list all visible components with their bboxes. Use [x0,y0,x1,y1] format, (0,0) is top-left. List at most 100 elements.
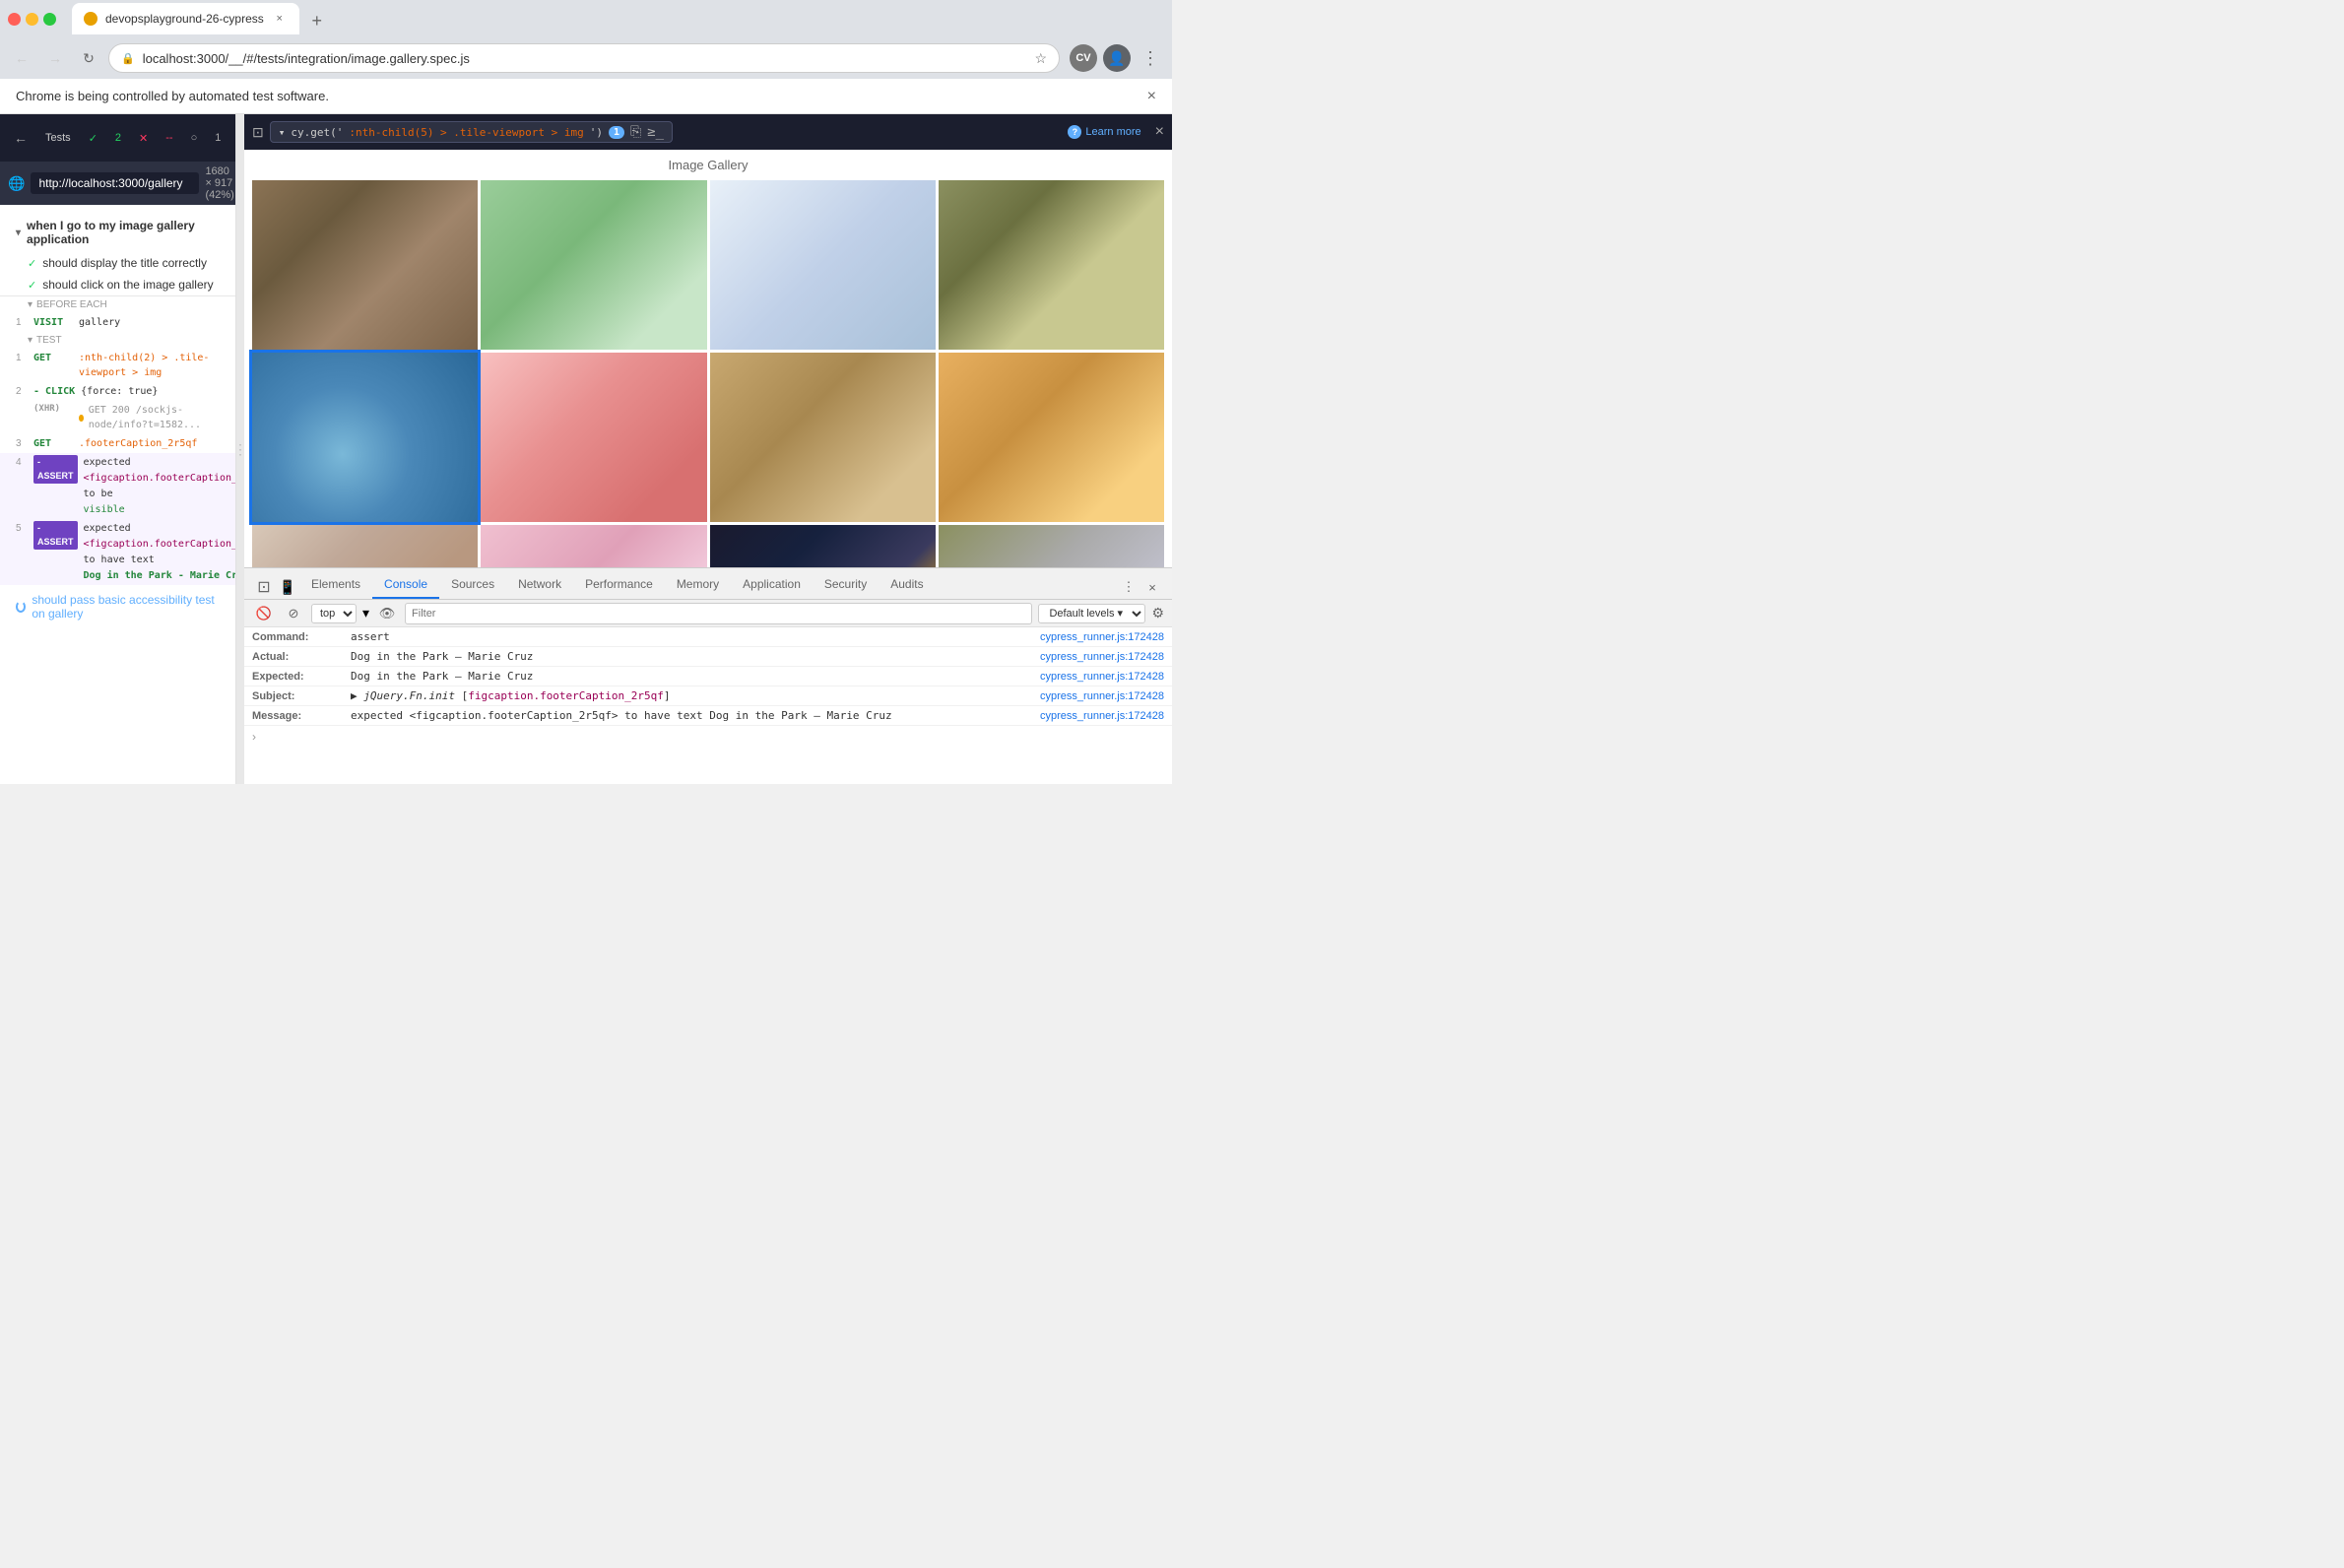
label-message: Message: [252,710,351,722]
banner-close-button[interactable]: × [1147,88,1156,105]
test-item-1[interactable]: ✓ should display the title correctly [0,252,235,274]
tab-performance[interactable]: Performance [573,571,665,599]
window-controls [8,13,56,26]
learn-more-text: Learn more [1085,126,1140,138]
maximize-button[interactable] [43,13,56,26]
cy-selector: :nth-child(5) > .tile-viewport > img [349,126,583,139]
menu-button[interactable]: ⋮ [1137,44,1164,72]
cmd-click[interactable]: 2 - CLICK {force: true} [0,382,235,401]
gallery-img-4 [939,180,1164,350]
panel-divider[interactable] [236,114,244,784]
pending-count: 1 [209,128,227,148]
source-actual[interactable]: cypress_runner.js:172428 [967,651,1164,663]
help-icon: ? [1068,125,1081,139]
tab-elements[interactable]: Elements [299,571,372,599]
lock-icon: 🔒 [121,52,135,65]
close-button[interactable] [8,13,21,26]
devtools-more-button[interactable]: ⋮ [1117,575,1140,599]
prompt-symbol: › [252,730,256,744]
value-subject: ▶ jQuery.Fn.init [figcaption.footerCapti… [351,689,967,702]
cmd-visit-verb: VISIT [33,315,73,330]
cypress-panel: ← Tests ✓ 2 ✕ -- ○ 1 01.10 ↑ ↻ 🌐 1680 × … [0,114,236,784]
cypress-url-input[interactable] [31,172,199,194]
minimize-button[interactable] [26,13,38,26]
cmd-xhr-content: GET 200 /sockjs-node/info?t=1582... [79,403,228,432]
devtools-close-button[interactable]: × [1140,575,1164,599]
assert5-line3: to have text [84,553,236,567]
selector-count-badge: 1 [609,126,624,139]
suite-arrow-icon: ▾ [16,228,21,238]
test-suite-header[interactable]: ▾ when I go to my image gallery applicat… [0,213,235,252]
tab-close-button[interactable]: × [272,11,288,27]
source-expected[interactable]: cypress_runner.js:172428 [967,671,1164,683]
bookmark-icon[interactable]: ☆ [1034,50,1047,67]
clear-console-button[interactable]: 🚫 [252,602,276,625]
gallery-img-7 [710,353,936,522]
copy-button[interactable]: ⎘ [630,124,641,140]
tests-back-button[interactable]: ← [8,126,33,150]
eye-button[interactable]: 👁 [375,602,399,625]
tab-audits[interactable]: Audits [879,571,935,599]
context-select[interactable]: top [311,604,357,623]
source-command[interactable]: cypress_runner.js:172428 [967,631,1164,643]
profile-button[interactable]: 👤 [1103,44,1131,72]
source-message[interactable]: cypress_runner.js:172428 [967,710,1164,722]
command-bar-close[interactable]: × [1155,123,1164,141]
cmd-get-footer-verb: GET [33,436,73,451]
test-item-2[interactable]: ✓ should click on the image gallery [0,274,235,295]
tab-bar: devopsplayground-26-cypress × + [72,3,1164,34]
cmd-xhr[interactable]: (XHR) GET 200 /sockjs-node/info?t=1582..… [0,401,235,434]
cmd-assert-5[interactable]: 5 - ASSERT expected <figcaption.footerCa… [0,519,235,585]
test2-name: should click on the image gallery [42,278,213,292]
tab-memory[interactable]: Memory [665,571,731,599]
test1-name: should display the title correctly [42,256,207,270]
cmd-visit[interactable]: 1 VISIT gallery [0,313,235,332]
filter-icon[interactable]: ⊘ [282,602,305,625]
cmd-get-footer[interactable]: 3 GET .footerCaption_2r5qf [0,434,235,453]
tab-application[interactable]: Application [731,571,813,599]
selector-tool-button[interactable]: ⊡ [252,124,264,141]
viewport-size: 1680 × 917 (42%) [205,165,233,201]
console-filter-input[interactable] [405,603,1032,624]
test2-pass-icon: ✓ [28,279,36,292]
gallery-img-6 [481,353,706,522]
test-arrow: ▾ [28,335,33,346]
forward-button[interactable]: → [41,44,69,72]
test-label: TEST [36,335,62,346]
reload-button[interactable]: ↻ [75,44,102,72]
dropdown-arrow[interactable]: ▾ [362,605,369,621]
pass-count: 2 [109,128,127,148]
back-button[interactable]: ← [8,44,35,72]
tab-network[interactable]: Network [506,571,573,599]
label-subject: Subject: [252,690,351,702]
console-button[interactable]: ≥_ [647,124,664,140]
tab-console[interactable]: Console [372,571,439,599]
tab-security[interactable]: Security [813,571,879,599]
gallery-img-11 [710,525,936,567]
gallery-grid [244,180,1172,567]
log-levels-select[interactable]: Default levels ▾ [1038,604,1145,623]
settings-button[interactable]: ⚙ [1151,605,1164,621]
cmd-get-1[interactable]: 1 GET :nth-child(2) > .tile-viewport > i… [0,349,235,382]
cmd-assert-4[interactable]: 4 - ASSERT expected <figcaption.footerCa… [0,453,235,519]
cmd-click-args: {force: true} [81,384,158,399]
cmd-get-footer-num: 3 [16,436,28,451]
extensions-button[interactable]: CV [1070,44,1097,72]
tests-label[interactable]: Tests [39,128,77,148]
pending-test[interactable]: should pass basic accessibility test on … [0,585,235,628]
active-tab[interactable]: devopsplayground-26-cypress × [72,3,299,34]
tab-favicon [84,12,98,26]
learn-more-button[interactable]: ? Learn more [1068,125,1140,139]
address-bar[interactable]: 🔒 localhost:3000/__/#/tests/integration/… [108,43,1060,73]
gallery-preview: Image Gallery [244,150,1172,567]
cmd-get1-num: 1 [16,351,28,365]
assert4-line3: to be [84,487,236,501]
suite-title: when I go to my image gallery applicatio… [27,219,220,246]
pass-icon: ✓ [83,128,103,149]
new-tab-button[interactable]: + [303,7,331,34]
devtools-inspect-button[interactable]: ⊡ [252,575,276,599]
source-subject[interactable]: cypress_runner.js:172428 [967,690,1164,702]
cmd-assert5-content: expected <figcaption.footerCaption_2r5qf… [84,521,236,583]
devtools-device-button[interactable]: 📱 [276,575,299,599]
tab-sources[interactable]: Sources [439,571,506,599]
